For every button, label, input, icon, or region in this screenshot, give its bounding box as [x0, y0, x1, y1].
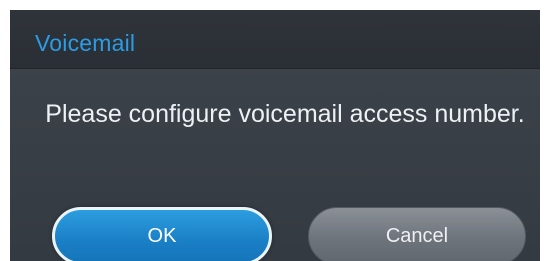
- ok-button[interactable]: OK: [52, 207, 272, 261]
- dialog-message: Please configure voicemail access number…: [45, 100, 525, 128]
- cancel-button[interactable]: Cancel: [308, 207, 526, 261]
- dialog-header: Voicemail: [10, 10, 540, 69]
- voicemail-dialog: Voicemail Please configure voicemail acc…: [10, 10, 540, 261]
- dialog-title: Voicemail: [35, 30, 136, 56]
